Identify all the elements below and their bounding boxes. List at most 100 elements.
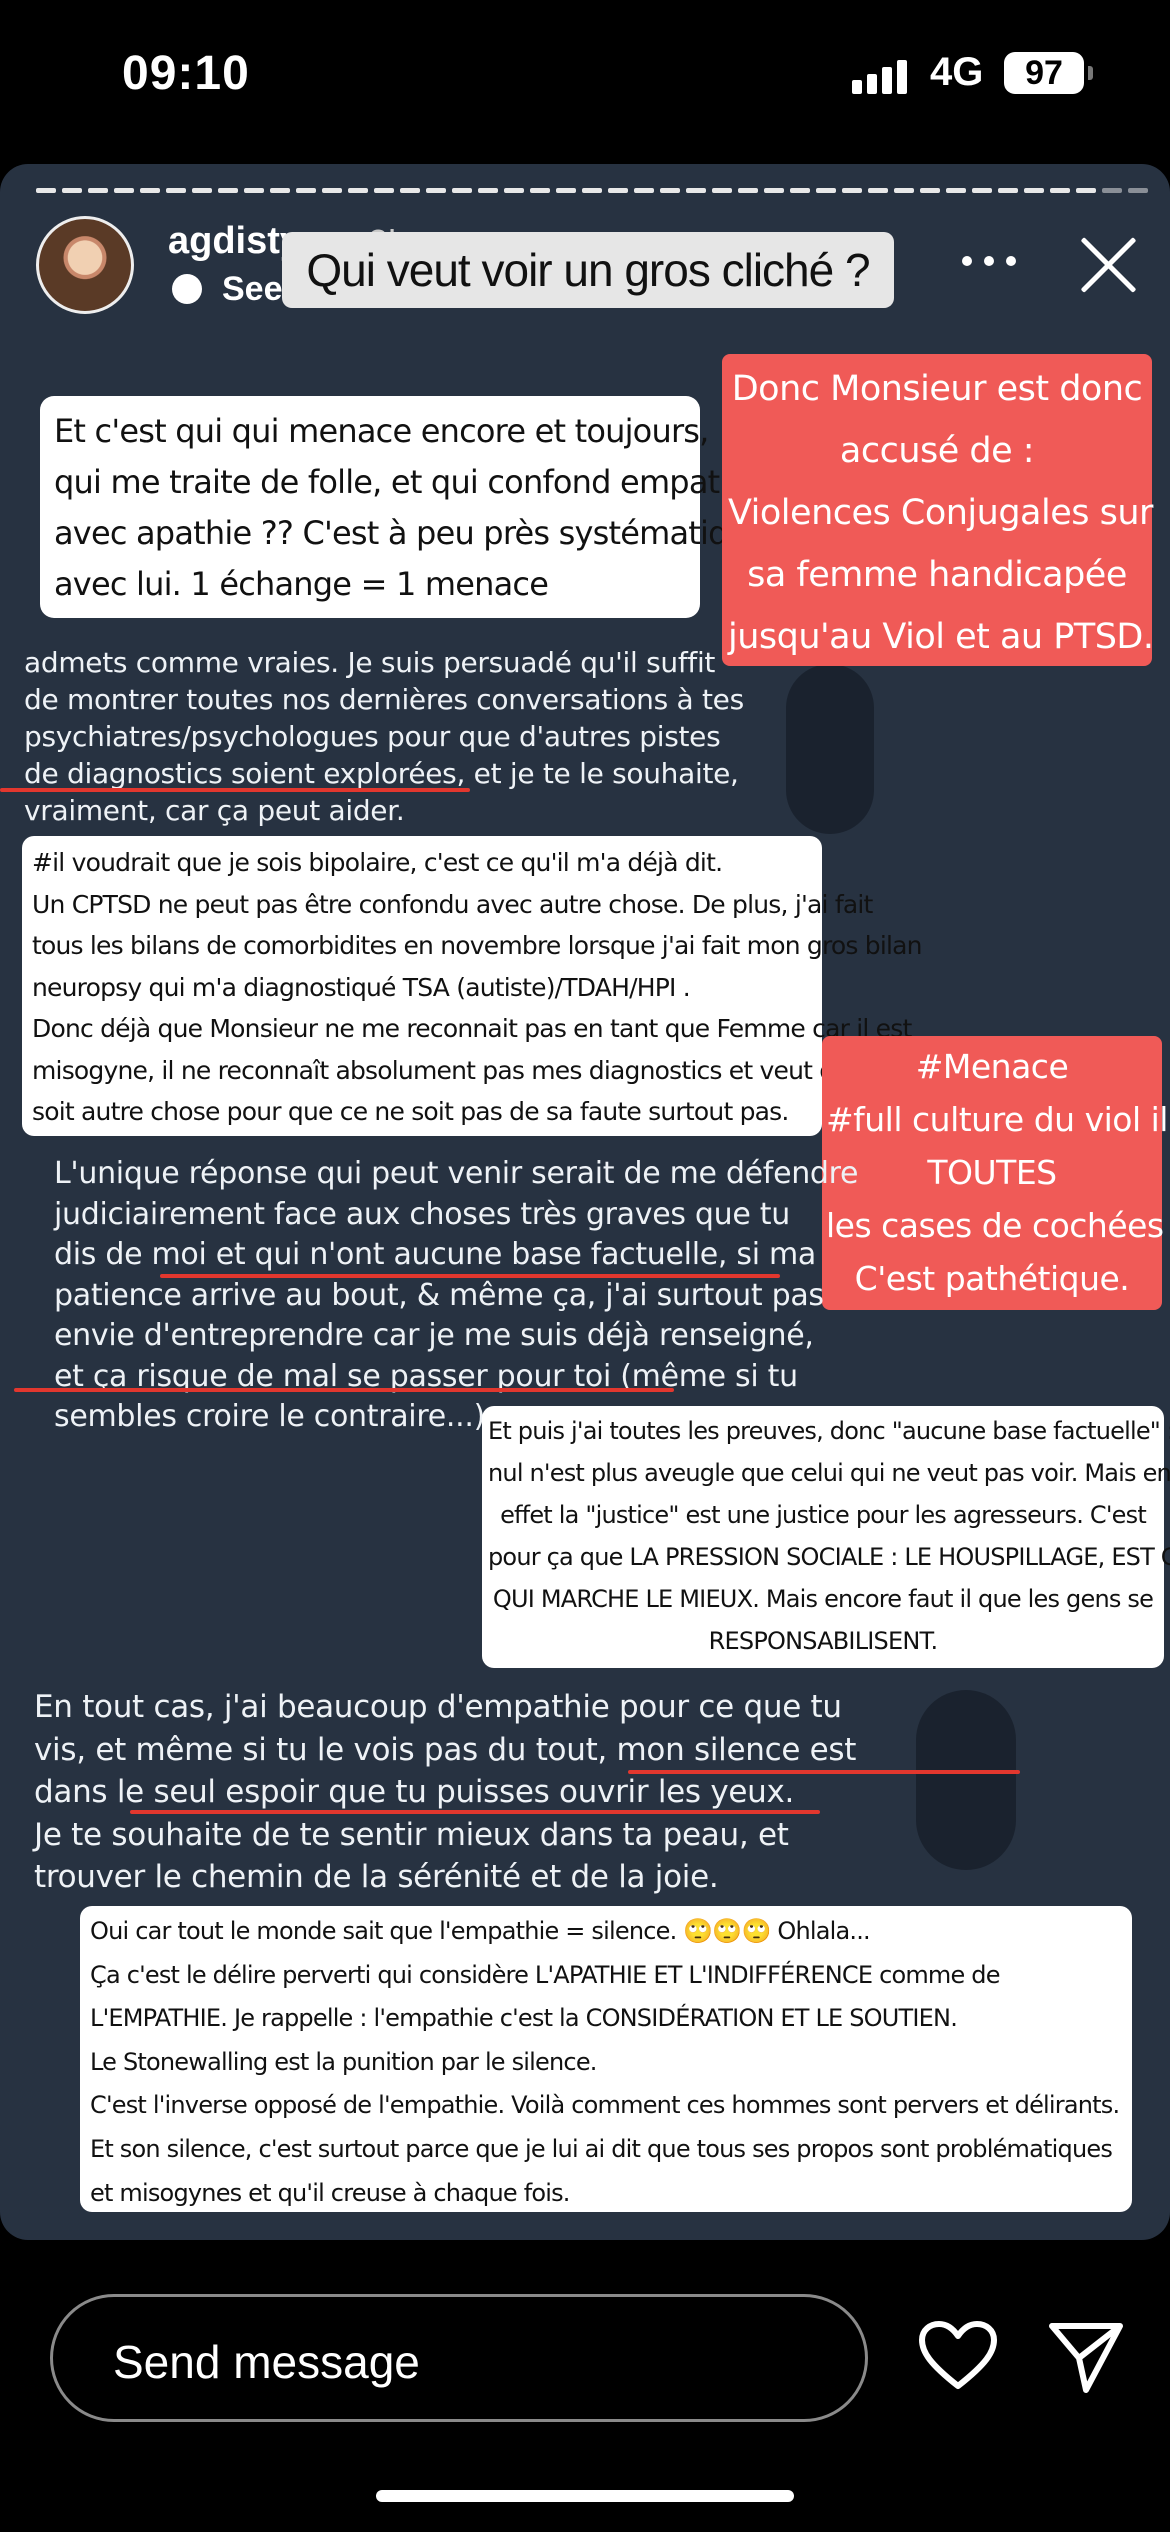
progress-segment	[62, 188, 82, 193]
red-underline	[628, 1770, 1020, 1774]
progress-segment	[1076, 188, 1096, 193]
sticker-line: C'est pathétique.	[854, 1259, 1130, 1298]
message-line: L'unique réponse qui peut venir serait d…	[54, 1156, 859, 1191]
sticker-line: Un CPTSD ne peut pas être confondu avec …	[32, 889, 873, 919]
message-line: vis, et même si tu le vois pas du tout, …	[34, 1731, 857, 1768]
progress-segment	[192, 188, 212, 193]
sticker-line: et misogynes et qu'il creuse à chaque fo…	[90, 2178, 570, 2207]
progress-segment	[504, 188, 524, 193]
text-sticker-1: Et c'est qui qui menace encore et toujou…	[40, 396, 767, 618]
more-icon[interactable]	[962, 256, 1016, 270]
battery-icon: 97	[1004, 52, 1084, 94]
sticker-line: #il voudrait que je sois bipolaire, c'es…	[32, 848, 723, 877]
red-underline	[0, 788, 470, 792]
accusation-sticker: Donc Monsieur est donc accusé de : Viole…	[722, 354, 1154, 666]
sticker-line: accusé de :	[839, 431, 1035, 471]
sticker-line: effet la "justice" est une justice pour …	[500, 1501, 1147, 1529]
home-indicator	[376, 2490, 794, 2502]
sticker-line: L'EMPATHIE. Je rappelle : l'empathie c'e…	[90, 2004, 958, 2033]
message-line: dans le seul espoir que tu puisses ouvri…	[34, 1774, 795, 1810]
screenshot-message-3: En tout cas, j'ai beaucoup d'empathie po…	[34, 1686, 856, 1899]
text-sticker-2: #il voudrait que je sois bipolaire, c'es…	[22, 836, 923, 1136]
progress-segment	[1102, 188, 1122, 193]
progress-segment	[738, 188, 758, 193]
progress-segment	[400, 188, 420, 193]
sticker-line: #Menace	[915, 1047, 1069, 1086]
progress-segment	[478, 188, 498, 193]
sticker-line: QUI MARCHE LE MIEUX. Mais encore faut il…	[492, 1585, 1154, 1613]
message-line: En tout cas, j'ai beaucoup d'empathie po…	[34, 1689, 842, 1725]
progress-segment	[166, 188, 186, 193]
sticker-line: Donc Monsieur est donc	[731, 369, 1143, 409]
sticker-line: Et son silence, c'est surtout parce que …	[90, 2134, 1113, 2163]
send-icon[interactable]	[1046, 2318, 1126, 2396]
sticker-line: RESPONSABILISENT.	[708, 1627, 938, 1655]
progress-segment	[530, 188, 550, 193]
sticker-line: Le Stonewalling est la punition par le s…	[90, 2047, 597, 2076]
progress-segment	[1050, 188, 1070, 193]
progress-segment	[712, 188, 732, 193]
progress-segment	[244, 188, 264, 193]
progress-segment	[608, 188, 628, 193]
translate-icon[interactable]	[172, 274, 202, 304]
sticker-line: avec apathie ?? C'est à peu près systéma…	[54, 514, 767, 552]
progress-segment	[348, 188, 368, 193]
sticker-line: misogyne, il ne reconnaît absolument pas…	[32, 1055, 899, 1085]
message-line: judiciairement face aux choses très grav…	[54, 1196, 790, 1232]
sticker-line: Oui car tout le monde sait que l'empathi…	[90, 1917, 871, 1945]
progress-segment	[140, 188, 160, 193]
battery-nub	[1088, 66, 1093, 80]
progress-segment	[426, 188, 446, 193]
progress-segment	[634, 188, 654, 193]
progress-segment	[920, 188, 940, 193]
progress-segment	[1128, 188, 1148, 193]
heart-icon[interactable]	[918, 2320, 998, 2392]
progress-segment	[88, 188, 108, 193]
message-line: envie d'entreprendre car je me suis déjà…	[54, 1318, 814, 1353]
sticker-line: Et puis j'ai toutes les preuves, donc "a…	[488, 1417, 1170, 1445]
screenshot-background-shape	[786, 664, 874, 834]
sticker-line: avec lui. 1 échange = 1 menace	[54, 565, 549, 603]
sticker-line: Ça c'est le délire perverti qui considèr…	[90, 1960, 1001, 1989]
progress-segment	[270, 188, 290, 193]
sticker-line: C'est l'inverse opposé de l'empathie. Vo…	[90, 2091, 1120, 2120]
progress-segment	[218, 188, 238, 193]
progress-segment	[946, 188, 966, 193]
progress-segment	[36, 188, 56, 193]
progress-segment	[894, 188, 914, 193]
progress-segment	[452, 188, 472, 193]
message-line: de montrer toutes nos dernières conversa…	[24, 683, 744, 716]
network-type: 4G	[930, 50, 984, 94]
message-line: trouver le chemin de la sérénité et de l…	[34, 1859, 719, 1895]
sticker-line: Et c'est qui qui menace encore et toujou…	[54, 412, 709, 450]
sticker-line: jusqu'au Viol et au PTSD.	[728, 617, 1154, 657]
red-underline	[130, 1810, 820, 1814]
message-line: admets comme vraies. Je suis persuadé qu…	[24, 646, 716, 679]
message-line: dis de moi et qui n'ont aucune base fact…	[54, 1237, 816, 1272]
avatar[interactable]	[36, 216, 134, 314]
send-message-input[interactable]: Send message	[50, 2294, 868, 2422]
progress-segment	[972, 188, 992, 193]
close-icon[interactable]	[1078, 234, 1140, 296]
sticker-line: soit autre chose pour que ce ne soit pas…	[32, 1097, 789, 1126]
message-line: vraiment, car ça peut aider.	[24, 794, 405, 827]
progress-segment	[1024, 188, 1044, 193]
menace-sticker: #Menace #full culture du viol il a TOUTE…	[822, 1036, 1170, 1310]
sticker-line: Violences Conjugales sur	[728, 493, 1153, 533]
text-sticker-3: Et puis j'ai toutes les preuves, donc "a…	[482, 1406, 1170, 1668]
progress-segment	[816, 188, 836, 193]
screenshot-message-2: L'unique réponse qui peut venir serait d…	[54, 1154, 859, 1438]
progress-segment	[556, 188, 576, 193]
sticker-line: Donc déjà que Monsieur ne me reconnait p…	[32, 1014, 912, 1043]
red-underline	[14, 1388, 674, 1392]
progress-segment	[868, 188, 888, 193]
progress-segment	[790, 188, 810, 193]
sticker-line: TOUTES	[927, 1153, 1057, 1192]
progress-segment	[582, 188, 602, 193]
text-sticker-4: Oui car tout le monde sait que l'empathi…	[80, 1906, 1132, 2212]
sticker-line: neuropsy qui m'a diagnostiqué TSA (autis…	[32, 972, 691, 1002]
message-line: de diagnostics soient explorées, et je t…	[24, 757, 739, 790]
progress-segment	[114, 188, 134, 193]
screenshot-message-1: admets comme vraies. Je suis persuadé qu…	[24, 644, 744, 829]
progress-segment	[764, 188, 784, 193]
